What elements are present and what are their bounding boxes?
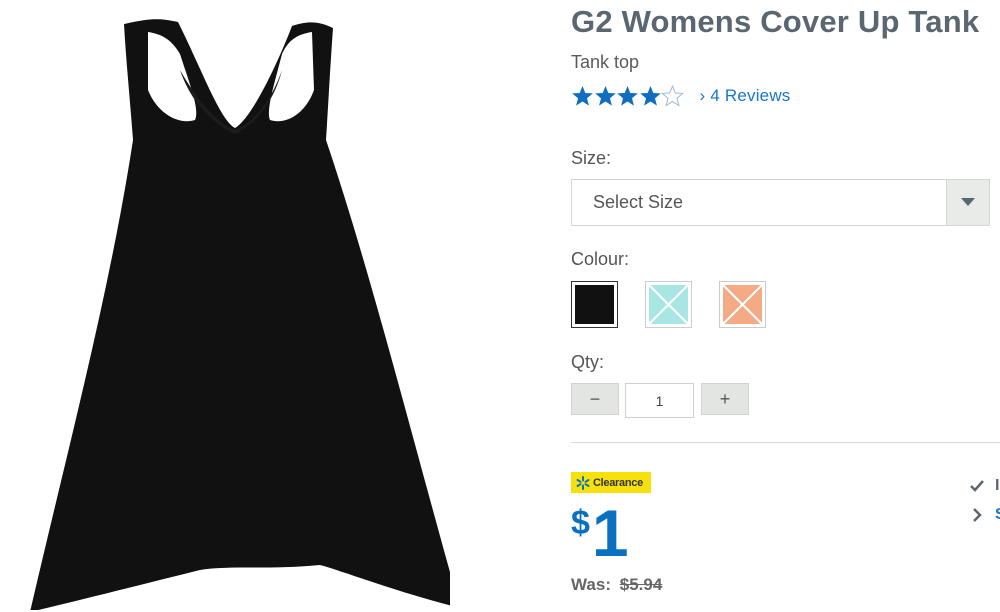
was-label: Was:	[571, 575, 611, 594]
qty-label: Qty:	[571, 352, 605, 372]
star-empty-icon	[661, 85, 684, 107]
star-filled-icon	[639, 86, 661, 106]
star-filled-icon	[572, 86, 593, 106]
check-icon	[970, 480, 984, 492]
product-subtitle: Tank top	[571, 52, 640, 72]
size-select-value: Select Size	[593, 192, 684, 212]
colour-swatch-black[interactable]	[571, 281, 618, 328]
star-filled-icon	[594, 86, 616, 106]
clearance-badge: Clearance	[571, 472, 651, 493]
black-racerback-tank-image	[30, 19, 460, 612]
price: $ 1	[571, 500, 629, 566]
was-price-row: Was: $5.94	[571, 575, 662, 595]
was-price: $5.94	[619, 575, 663, 594]
rating-row: › 4 Reviews	[571, 83, 791, 109]
star-rating	[571, 85, 684, 107]
price-currency: $	[571, 504, 590, 542]
chevron-down-icon[interactable]	[946, 180, 989, 225]
product-image	[30, 10, 460, 612]
qty-increment-button[interactable]: +	[701, 383, 749, 415]
product-title: G2 Womens Cover Up Tank	[571, 4, 980, 39]
qty-input[interactable]	[625, 383, 694, 418]
spark-icon	[576, 475, 590, 490]
chevron-right-icon[interactable]	[969, 507, 985, 523]
price-value: 1	[591, 496, 629, 570]
colour-swatch-peach[interactable]	[719, 281, 766, 328]
reviews-link[interactable]: › 4 Reviews	[700, 86, 791, 106]
size-label: Size:	[571, 148, 612, 168]
divider	[571, 442, 1000, 443]
colour-swatch-aqua[interactable]	[645, 281, 692, 328]
star-filled-icon	[617, 86, 638, 106]
clearance-text: Clearance	[593, 476, 643, 489]
side-check-text: I	[995, 477, 1000, 494]
side-arrow-text[interactable]: S	[995, 506, 1000, 524]
qty-decrement-button[interactable]: −	[571, 383, 619, 415]
size-select[interactable]: Select Size	[571, 179, 990, 226]
colour-label: Colour:	[571, 249, 630, 269]
